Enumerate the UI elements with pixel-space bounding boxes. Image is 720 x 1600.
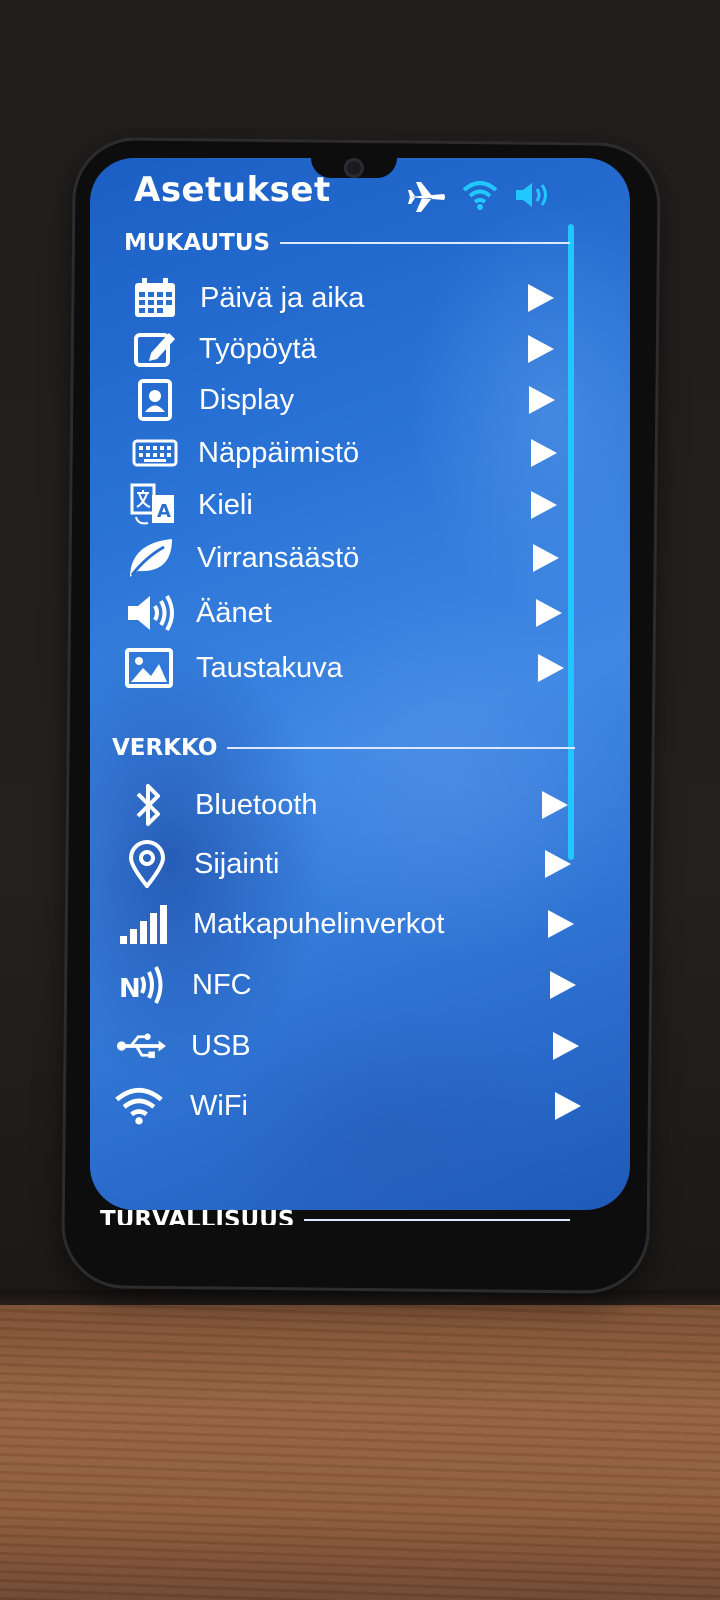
settings-item-language[interactable]: A Kieli: [90, 479, 630, 531]
chevron-right-icon: [528, 284, 554, 312]
settings-item-label: Äänet: [196, 596, 272, 629]
settings-item-desktop[interactable]: Työpöytä: [90, 323, 630, 375]
settings-item-label: Taustakuva: [196, 651, 343, 684]
svg-text:A: A: [157, 501, 171, 522]
leaf-icon: [126, 536, 176, 580]
settings-item-label: USB: [191, 1029, 251, 1062]
chevron-right-icon: [538, 654, 564, 682]
settings-item-label: NFC: [192, 968, 252, 1001]
section-divider: [280, 242, 571, 244]
airplane-icon: [406, 180, 446, 218]
settings-item-location[interactable]: Sijainti: [90, 838, 630, 890]
settings-item-bluetooth[interactable]: Bluetooth: [90, 779, 630, 831]
language-icon: A: [128, 483, 178, 527]
settings-item-wifi[interactable]: WiFi: [90, 1080, 630, 1132]
speaker-icon: [126, 591, 176, 635]
chevron-right-icon: [531, 491, 557, 519]
nfc-icon: N: [118, 963, 168, 1007]
section-divider: [227, 747, 576, 749]
chevron-right-icon: [550, 971, 576, 999]
settings-item-wallpaper[interactable]: Taustakuva: [90, 642, 630, 694]
settings-item-sounds[interactable]: Äänet: [90, 587, 630, 639]
phone-screen: Asetukset MUKAUTUS Päivä ja aika Työpöyt…: [90, 158, 630, 1210]
section-header-mukautus: MUKAUTUS: [124, 230, 571, 256]
wooden-table: [0, 1305, 720, 1600]
bluetooth-icon: [124, 783, 174, 827]
settings-item-label: Päivä ja aika: [200, 281, 365, 314]
keyboard-icon: [130, 431, 180, 475]
settings-item-date-time[interactable]: Päivä ja aika: [90, 272, 630, 324]
section-header-verkko: VERKKO: [112, 735, 576, 761]
chevron-right-icon: [542, 791, 568, 819]
settings-item-label: Työpöytä: [199, 332, 317, 365]
settings-item-label: Näppäimistö: [198, 436, 360, 469]
settings-item-label: WiFi: [190, 1089, 248, 1122]
chevron-right-icon: [548, 910, 574, 938]
settings-item-power-saving[interactable]: Virransäästö: [90, 532, 630, 584]
portrait-display-icon: [130, 378, 180, 422]
signal-bars-icon: [118, 902, 168, 946]
settings-item-label: Bluetooth: [195, 788, 318, 821]
front-camera: [344, 158, 364, 178]
settings-item-usb[interactable]: USB: [90, 1020, 630, 1072]
wifi-icon: [462, 180, 498, 214]
settings-item-label: Display: [199, 383, 295, 416]
settings-item-label: Matkapuhelinverkot: [193, 907, 445, 940]
chevron-right-icon: [529, 386, 555, 414]
chevron-right-icon: [545, 850, 571, 878]
settings-item-label: Virransäästö: [197, 541, 360, 574]
volume-icon: [514, 180, 552, 214]
settings-item-nfc[interactable]: N NFC: [90, 959, 630, 1011]
calendar-icon: [130, 276, 180, 320]
chevron-right-icon: [533, 544, 559, 572]
section-label: VERKKO: [112, 735, 218, 761]
settings-item-keyboard[interactable]: Näppäimistö: [90, 427, 630, 479]
chevron-right-icon: [553, 1032, 579, 1060]
page-title: Asetukset: [134, 170, 331, 210]
section-divider: [304, 1219, 571, 1221]
settings-item-label: Kieli: [198, 488, 253, 521]
settings-item-mobile-networks[interactable]: Matkapuhelinverkot: [90, 898, 630, 950]
settings-item-display[interactable]: Display: [90, 374, 630, 426]
edit-icon: [130, 327, 180, 371]
section-label: MUKAUTUS: [124, 230, 271, 256]
image-icon: [124, 646, 174, 690]
usb-icon: [116, 1024, 166, 1068]
location-pin-icon: [122, 840, 172, 888]
svg-text:N: N: [119, 974, 141, 1004]
chevron-right-icon: [536, 599, 562, 627]
chevron-right-icon: [555, 1092, 581, 1120]
chevron-right-icon: [528, 335, 554, 363]
settings-item-label: Sijainti: [194, 847, 280, 880]
wifi-icon: [114, 1084, 164, 1128]
chevron-right-icon: [531, 439, 557, 467]
